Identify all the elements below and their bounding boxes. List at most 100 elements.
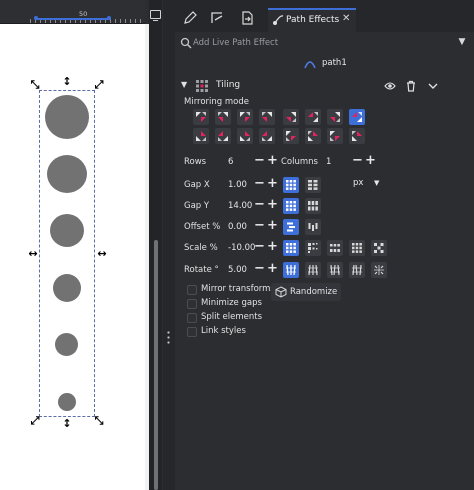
gap-x-decrement-button[interactable]: − (254, 177, 265, 190)
gap-x-grid-button[interactable] (283, 177, 299, 193)
mirror-mode-16-button[interactable] (349, 128, 365, 144)
offset-decrement-button[interactable]: − (254, 219, 265, 232)
columns-increment-button[interactable]: + (365, 154, 376, 167)
rotate-value[interactable]: 5.00 (228, 265, 247, 275)
mirror-mode-15-button[interactable] (327, 128, 343, 144)
offset-rows-button[interactable] (283, 219, 299, 235)
mirror-mode-10-button[interactable] (215, 128, 231, 144)
tile-circle[interactable] (55, 333, 78, 356)
rows-increment-button[interactable]: + (267, 154, 278, 167)
rotate-decrement-button[interactable]: − (254, 262, 265, 275)
selection-bounding-box (39, 90, 95, 417)
path-effects-panel: Path Effects ✕ ▼ path1 ▼ Tiling Mirrorin… (175, 0, 474, 490)
scale-handle-right-icon[interactable]: ↔ (96, 248, 108, 260)
mirror-mode-icon (196, 131, 206, 141)
mirror-mode-12-button[interactable] (259, 128, 275, 144)
scale-mode-4-button[interactable] (349, 240, 365, 256)
gap-y-increment-button[interactable]: + (267, 198, 278, 211)
columns-value[interactable]: 1 (326, 157, 331, 167)
mirror-mode-11-button[interactable] (237, 128, 253, 144)
mirror-mode-7-button[interactable] (327, 109, 343, 125)
scale-handle-top-left-icon[interactable]: ⤡ (29, 79, 41, 91)
mirror-mode-8-button[interactable] (349, 109, 365, 125)
rotate-mode-1-button[interactable] (283, 262, 299, 278)
export-icon[interactable] (240, 11, 254, 25)
tile-circle[interactable] (45, 95, 89, 139)
display-mode-icon[interactable] (150, 10, 161, 21)
mirror-mode-icon (286, 131, 296, 141)
offset-value[interactable]: 0.00 (228, 222, 247, 232)
mirror-mode-4-button[interactable] (259, 109, 275, 125)
tile-circle[interactable] (53, 274, 81, 302)
rotate-mode-3-button[interactable] (327, 262, 343, 278)
checkbox-label: Mirror transforms (201, 284, 275, 294)
scale-mode-5-button[interactable] (371, 240, 387, 256)
visibility-eye-icon[interactable] (384, 80, 396, 92)
mirror-mode-2-button[interactable] (215, 109, 231, 125)
scale-handle-left-icon[interactable]: ↔ (27, 248, 39, 260)
tab-path-effects[interactable]: Path Effects ✕ (268, 8, 356, 32)
scale-value[interactable]: -10.00 (228, 243, 255, 253)
mirror-mode-14-button[interactable] (305, 128, 321, 144)
checkbox-box[interactable] (187, 327, 197, 337)
scale-handle-bottom-icon[interactable]: ↕ (61, 418, 73, 430)
tile-circle[interactable] (47, 155, 87, 193)
add-effect-search-input[interactable] (193, 36, 433, 50)
checkbox-box[interactable] (187, 285, 197, 295)
mirror-mode-1-button[interactable] (193, 109, 209, 125)
mirror-mode-9-button[interactable] (193, 128, 209, 144)
scale-handle-top-right-icon[interactable]: ⤢ (93, 79, 105, 91)
mirror-mode-5-button[interactable] (283, 109, 299, 125)
scale-mode-3-button[interactable] (327, 240, 343, 256)
checkbox-label: Minimize gaps (201, 298, 262, 308)
top-ruler: 50 (0, 0, 145, 24)
tile-circle[interactable] (50, 214, 84, 247)
search-icon (180, 37, 192, 49)
rotate-increment-button[interactable]: + (267, 262, 278, 275)
mirror-mode-6-button[interactable] (305, 109, 321, 125)
effect-item-tiling[interactable]: ▼ Tiling (175, 77, 474, 95)
close-icon[interactable]: ✕ (342, 13, 350, 24)
rotate-mode-5-button[interactable] (371, 262, 387, 278)
gap-y-decrement-button[interactable]: − (254, 198, 265, 211)
gap-x-increment-button[interactable]: + (267, 177, 278, 190)
randomize-button[interactable]: Randomize (271, 283, 341, 301)
scale-mode-1-button[interactable] (283, 240, 299, 256)
gap-y-value[interactable]: 14.00 (228, 201, 252, 211)
gap-y-grid-button[interactable] (283, 198, 299, 214)
delete-trash-icon[interactable] (405, 80, 417, 92)
scale-handle-bottom-left-icon[interactable]: ⤢ (29, 415, 41, 427)
tile-circle[interactable] (58, 393, 76, 411)
scale-mode-2-button[interactable] (305, 240, 321, 256)
scale-handle-top-icon[interactable]: ↕ (61, 76, 73, 88)
chevron-down-icon[interactable] (427, 80, 439, 92)
offset-increment-button[interactable]: + (267, 219, 278, 232)
canvas-scrollbar-thumb[interactable] (154, 240, 158, 490)
chevron-down-icon[interactable]: ▼ (455, 37, 469, 49)
rotate-mode-4-button[interactable] (349, 262, 365, 278)
offset-columns-button[interactable] (305, 219, 321, 235)
scale-label: Scale % (184, 243, 218, 253)
mirror-mode-13-button[interactable] (283, 128, 299, 144)
scale-increment-button[interactable]: + (267, 240, 278, 253)
rows-decrement-button[interactable]: − (254, 154, 265, 167)
scale-handle-bottom-right-icon[interactable]: ⤡ (93, 415, 105, 427)
gap-x-value[interactable]: 1.00 (228, 180, 247, 190)
rows-label: Rows (184, 157, 207, 167)
gap-y-tall-grid-button[interactable] (305, 198, 321, 214)
panel-separator[interactable] (163, 0, 175, 490)
gap-x-wide-grid-button[interactable] (305, 177, 321, 193)
rotate-mode-2-button[interactable] (305, 262, 321, 278)
snap-icon[interactable] (210, 11, 224, 25)
checkbox-box[interactable] (187, 313, 197, 323)
rows-value[interactable]: 6 (228, 157, 233, 167)
panel-resize-grip-icon[interactable] (167, 330, 170, 344)
checkbox-box[interactable] (187, 299, 197, 309)
edit-icon[interactable] (183, 11, 197, 25)
columns-decrement-button[interactable]: − (352, 154, 363, 167)
unit-dropdown[interactable]: px ▼ (353, 178, 385, 192)
expand-triangle-icon[interactable]: ▼ (181, 80, 187, 89)
dock-tab-bar: Path Effects ✕ (175, 0, 474, 32)
mirror-mode-3-button[interactable] (237, 109, 253, 125)
scale-decrement-button[interactable]: − (254, 240, 265, 253)
